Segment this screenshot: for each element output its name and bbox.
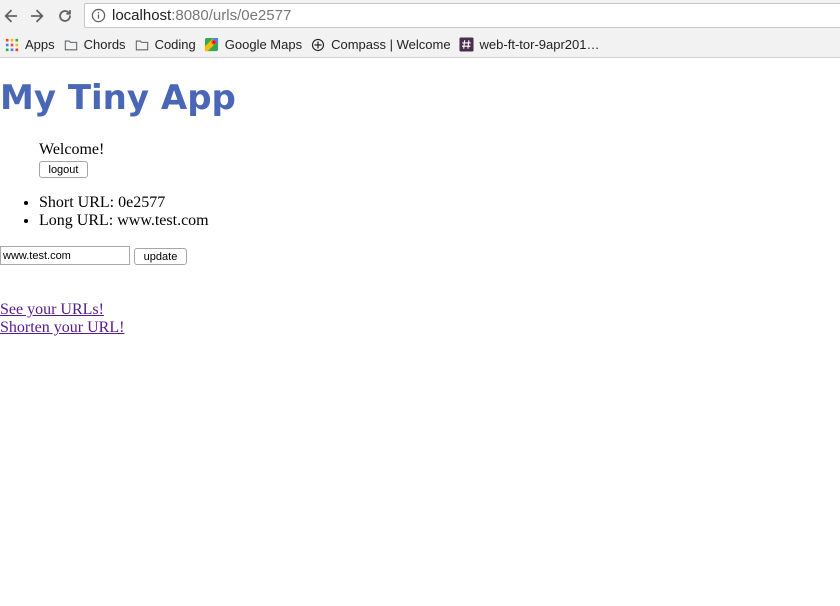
nav-links: See your URLs! Shorten your URL! bbox=[0, 301, 124, 337]
short-url-item: Short URL: 0e2577 bbox=[39, 194, 209, 212]
bookmark-label: Google Maps bbox=[224, 37, 303, 52]
compass-icon bbox=[310, 37, 326, 53]
bookmark-google-maps[interactable]: Google Maps bbox=[200, 34, 306, 56]
apps-grid-icon bbox=[4, 37, 20, 53]
bookmark-label: Apps bbox=[25, 37, 55, 52]
folder-icon bbox=[134, 37, 150, 53]
see-urls-link[interactable]: See your URLs! bbox=[0, 301, 124, 319]
bookmark-apps[interactable]: Apps bbox=[0, 34, 59, 56]
bookmark-label: Coding bbox=[154, 37, 196, 52]
forward-button[interactable] bbox=[26, 5, 48, 27]
browser-toolbar: localhost:8080/urls/0e2577 bbox=[0, 0, 840, 32]
slack-icon bbox=[459, 37, 475, 53]
address-bar[interactable]: localhost:8080/urls/0e2577 bbox=[84, 3, 840, 28]
bookmark-chords[interactable]: Chords bbox=[59, 34, 130, 56]
back-arrow-icon bbox=[4, 9, 18, 23]
update-button[interactable]: update bbox=[134, 248, 187, 265]
url-path: :8080/urls/0e2577 bbox=[171, 7, 292, 24]
long-url-item: Long URL: www.test.com bbox=[39, 212, 209, 230]
reload-icon bbox=[59, 10, 71, 22]
url-text[interactable]: localhost:8080/urls/0e2577 bbox=[112, 7, 291, 24]
bookmark-label: Compass | Welcome bbox=[331, 37, 451, 52]
bookmark-label: web-ft-tor-9apr201… bbox=[479, 37, 600, 52]
page-title: My Tiny App bbox=[0, 78, 236, 118]
bookmark-coding[interactable]: Coding bbox=[130, 34, 200, 56]
welcome-text: Welcome! bbox=[39, 141, 105, 158]
shorten-url-link[interactable]: Shorten your URL! bbox=[0, 319, 124, 337]
google-maps-icon bbox=[204, 37, 220, 53]
info-icon[interactable] bbox=[90, 8, 106, 24]
bookmark-slack[interactable]: web-ft-tor-9apr201… bbox=[455, 34, 604, 56]
page-content: My Tiny App Welcome! logout Short URL: 0… bbox=[0, 58, 840, 606]
bookmark-label: Chords bbox=[83, 37, 126, 52]
welcome-block: Welcome! logout bbox=[39, 141, 105, 178]
long-url-input[interactable] bbox=[0, 246, 130, 265]
forward-arrow-icon bbox=[30, 9, 44, 23]
url-details-list: Short URL: 0e2577 Long URL: www.test.com bbox=[0, 194, 209, 230]
reload-button[interactable] bbox=[54, 5, 76, 27]
back-button[interactable] bbox=[0, 5, 22, 27]
logout-button[interactable]: logout bbox=[39, 161, 88, 178]
bookmarks-bar: Apps Chords Coding Google Maps Compass | bbox=[0, 32, 840, 58]
url-host: localhost bbox=[112, 7, 172, 24]
bookmark-compass[interactable]: Compass | Welcome bbox=[306, 34, 454, 56]
folder-icon bbox=[63, 37, 79, 53]
